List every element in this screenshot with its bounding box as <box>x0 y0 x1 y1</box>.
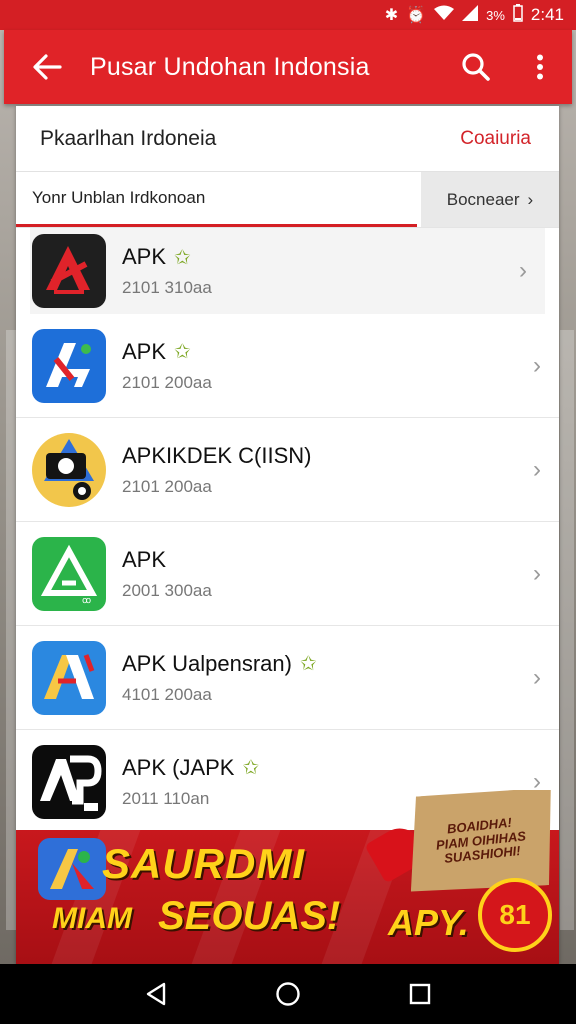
chevron-right-icon: › <box>533 455 541 483</box>
back-button[interactable] <box>4 30 90 104</box>
nav-recents-button[interactable] <box>390 964 450 1024</box>
app-meta: 2101 200aa <box>122 372 212 392</box>
promo-badge: 81 <box>478 878 552 952</box>
wifi-icon <box>434 5 455 26</box>
promo-line-left: MIAM <box>52 902 132 935</box>
app-name: APK <box>122 244 167 269</box>
signal-icon <box>462 4 479 26</box>
chevron-right-icon: › <box>533 663 541 691</box>
app-icon <box>32 432 106 507</box>
app-meta: 2101 310aa <box>122 278 212 297</box>
app-meta: 4101 200aa <box>122 684 212 704</box>
alarm-icon: ⏰ <box>406 7 427 24</box>
promo-line-right: SEOUAS! <box>158 894 341 938</box>
system-nav-bar <box>0 964 576 1024</box>
card-action-link[interactable]: Coaiuria <box>460 128 531 150</box>
search-row: Yonr Unblan Irdkonoan Bocneaer › <box>16 172 559 228</box>
app-icon: ꝏ <box>32 536 106 611</box>
promo-banner[interactable]: BOAIDHA! PIAM OIHIHAS SUASHIOHI! SAURDMI… <box>16 790 559 964</box>
app-icon <box>32 640 106 715</box>
card-title: Pkaarlhan Irdoneia <box>40 126 217 150</box>
svg-text:ꝏ: ꝏ <box>82 595 91 605</box>
nav-home-button[interactable] <box>258 964 318 1024</box>
search-submit-label: Bocneaer <box>446 189 520 209</box>
star-icon: ✩ <box>174 341 191 363</box>
list-item[interactable]: APK ✩ 2101 310aa › <box>30 228 545 314</box>
star-icon: ✩ <box>174 246 191 269</box>
star-icon: ✩ <box>299 653 317 675</box>
bluetooth-icon: ✱ <box>384 7 399 24</box>
app-bar-title: Pusar Undohan Indonsia <box>90 52 370 81</box>
app-list: APK ✩ 2101 310aa › APK ✩ 2101 200aa › AP… <box>16 228 559 834</box>
triangle-back-icon <box>146 982 166 1006</box>
app-icon <box>32 234 106 308</box>
app-name: APK <box>122 546 167 572</box>
arrow-left-icon <box>33 54 62 80</box>
chevron-right-icon: › <box>519 257 527 284</box>
app-name: APKIKDEK C(IISN) <box>122 442 312 468</box>
list-item[interactable]: ꝏ APK 2001 300aa › <box>16 522 559 626</box>
search-input[interactable]: Yonr Unblan Irdkonoan <box>16 172 417 227</box>
app-meta: 2001 300aa <box>122 580 212 600</box>
battery-percent: 3% <box>486 7 505 23</box>
more-vert-icon <box>537 54 543 80</box>
promo-apy: APY. <box>388 902 469 943</box>
promo-headline: SAURDMI <box>102 840 305 887</box>
list-item[interactable]: APK Ualpensran) ✩ 4101 200aa › <box>16 626 559 730</box>
square-recents-icon <box>409 983 431 1005</box>
app-meta: 2101 200aa <box>122 476 212 496</box>
star-icon: ✩ <box>242 757 260 779</box>
app-name: APK Ualpensran) <box>122 650 292 676</box>
list-item[interactable]: APK ✩ 2101 200aa › <box>16 314 559 418</box>
status-bar: ✱ ⏰ 3% 2:41 <box>0 0 576 30</box>
battery-icon <box>513 3 523 27</box>
more-options-button[interactable] <box>508 30 572 104</box>
chevron-right-icon: › <box>527 189 534 209</box>
nav-back-button[interactable] <box>126 964 186 1024</box>
app-bar: Pusar Undohan Indonsia <box>4 30 572 104</box>
search-icon <box>462 53 490 81</box>
card-header: Pkaarlhan Irdoneia Coaiuria <box>16 106 559 172</box>
app-icon <box>32 328 106 403</box>
search-button[interactable] <box>444 30 508 104</box>
chevron-right-icon: › <box>533 351 541 379</box>
app-name: APK <box>122 338 167 364</box>
circle-home-icon <box>276 982 300 1006</box>
app-name: APK (JAPK <box>122 754 235 780</box>
chevron-right-icon: › <box>533 559 541 587</box>
promo-app-logo <box>38 838 106 900</box>
clock: 2:41 <box>530 5 564 24</box>
list-item[interactable]: APKIKDEK C(IISN) 2101 200aa › <box>16 418 559 522</box>
search-submit-button[interactable]: Bocneaer › <box>421 172 559 227</box>
